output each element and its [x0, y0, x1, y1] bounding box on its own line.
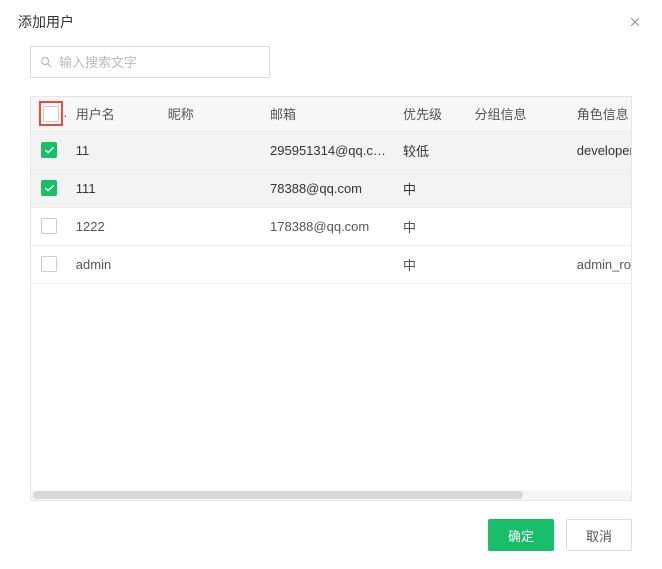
cell-username: 111 — [68, 169, 160, 207]
close-icon — [628, 15, 642, 29]
cell-nickname — [160, 131, 262, 169]
header-email: 邮箱 — [262, 97, 395, 131]
cell-username: 11 — [68, 131, 160, 169]
dialog-footer: 确定 取消 — [0, 501, 662, 569]
cell-role: developer_ro — [569, 131, 631, 169]
close-button[interactable] — [626, 13, 644, 31]
row-checkbox-cell — [31, 131, 68, 169]
cell-email — [262, 245, 395, 283]
dialog-body: 用户名 昵称 邮箱 优先级 分组信息 角色信息 11 295951314@qq.c… — [0, 42, 662, 501]
cell-role — [569, 169, 631, 207]
cell-role — [569, 207, 631, 245]
cell-group — [467, 131, 569, 169]
row-checkbox-cell — [31, 245, 68, 283]
horizontal-scrollbar[interactable] — [31, 490, 631, 500]
search-box[interactable] — [30, 46, 270, 78]
cell-email: 78388@qq.com — [262, 169, 395, 207]
table-row[interactable]: admin 中 admin_role — [31, 245, 631, 283]
dialog-title: 添加用户 — [18, 12, 74, 32]
header-username: 用户名 — [68, 97, 160, 131]
cell-role: admin_role — [569, 245, 631, 283]
cell-email: 295951314@qq.com — [262, 131, 395, 169]
cell-nickname — [160, 245, 262, 283]
cell-group — [467, 169, 569, 207]
cell-priority: 较低 — [395, 131, 467, 169]
cell-priority: 中 — [395, 169, 467, 207]
row-checkbox-cell — [31, 207, 68, 245]
cell-username: 1222 — [68, 207, 160, 245]
check-icon — [44, 145, 55, 156]
cell-nickname — [160, 169, 262, 207]
confirm-button[interactable]: 确定 — [488, 519, 554, 551]
header-group: 分组信息 — [467, 97, 569, 131]
scrollbar-thumb[interactable] — [33, 491, 523, 499]
cell-email: 178388@qq.com — [262, 207, 395, 245]
row-checkbox[interactable] — [41, 180, 57, 196]
header-role: 角色信息 — [569, 97, 631, 131]
search-icon — [39, 55, 53, 69]
row-checkbox[interactable] — [41, 256, 57, 272]
select-all-checkbox[interactable] — [43, 106, 59, 122]
table-row[interactable]: 11 295951314@qq.com较低 developer_ro — [31, 131, 631, 169]
header-nickname: 昵称 — [160, 97, 262, 131]
table-scroll[interactable]: 用户名 昵称 邮箱 优先级 分组信息 角色信息 11 295951314@qq.c… — [31, 97, 631, 488]
search-input[interactable] — [59, 55, 261, 70]
cell-group — [467, 207, 569, 245]
check-icon — [44, 183, 55, 194]
cell-priority: 中 — [395, 207, 467, 245]
row-checkbox[interactable] — [41, 142, 57, 158]
cell-nickname — [160, 207, 262, 245]
table-row[interactable]: 111 78388@qq.com中 — [31, 169, 631, 207]
header-checkbox-cell — [31, 97, 68, 131]
cell-group — [467, 245, 569, 283]
table-header-row: 用户名 昵称 邮箱 优先级 分组信息 角色信息 — [31, 97, 631, 131]
user-table: 用户名 昵称 邮箱 优先级 分组信息 角色信息 11 295951314@qq.c… — [31, 97, 631, 284]
cell-username: admin — [68, 245, 160, 283]
header-checkbox-highlight — [39, 101, 63, 126]
row-checkbox[interactable] — [41, 218, 57, 234]
dialog-header: 添加用户 — [0, 0, 662, 42]
cell-priority: 中 — [395, 245, 467, 283]
user-table-container: 用户名 昵称 邮箱 优先级 分组信息 角色信息 11 295951314@qq.c… — [30, 96, 632, 501]
cancel-button[interactable]: 取消 — [566, 519, 632, 551]
table-row[interactable]: 1222 178388@qq.com中 — [31, 207, 631, 245]
add-user-dialog: 添加用户 用户名 — [0, 0, 662, 569]
header-priority: 优先级 — [395, 97, 467, 131]
row-checkbox-cell — [31, 169, 68, 207]
